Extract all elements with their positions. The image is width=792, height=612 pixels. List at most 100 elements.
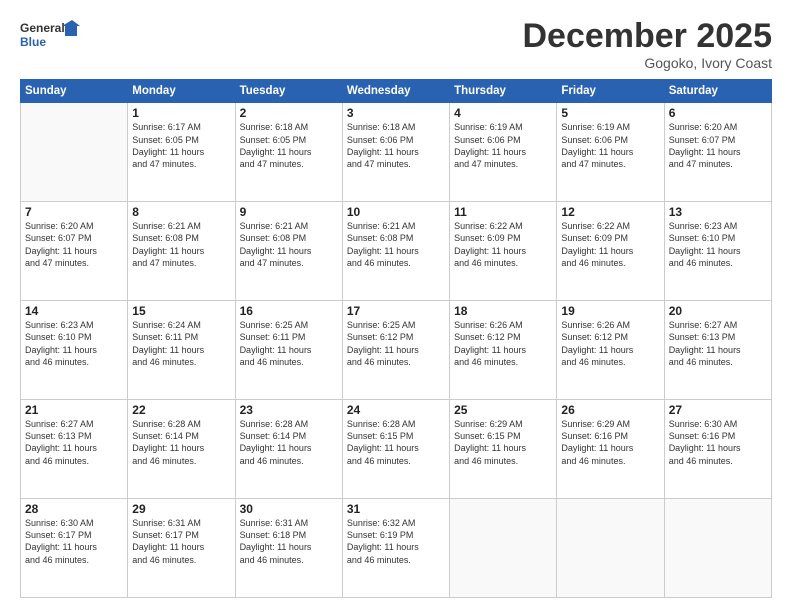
day-number: 31 bbox=[347, 502, 445, 516]
day-number: 18 bbox=[454, 304, 552, 318]
day-info: Sunrise: 6:19 AM Sunset: 6:06 PM Dayligh… bbox=[454, 121, 552, 170]
col-monday: Monday bbox=[128, 80, 235, 103]
day-info: Sunrise: 6:32 AM Sunset: 6:19 PM Dayligh… bbox=[347, 517, 445, 566]
table-row: 24Sunrise: 6:28 AM Sunset: 6:15 PM Dayli… bbox=[342, 400, 449, 499]
table-row: 23Sunrise: 6:28 AM Sunset: 6:14 PM Dayli… bbox=[235, 400, 342, 499]
col-friday: Friday bbox=[557, 80, 664, 103]
day-number: 2 bbox=[240, 106, 338, 120]
table-row: 22Sunrise: 6:28 AM Sunset: 6:14 PM Dayli… bbox=[128, 400, 235, 499]
table-row bbox=[664, 499, 771, 598]
day-number: 1 bbox=[132, 106, 230, 120]
table-row: 29Sunrise: 6:31 AM Sunset: 6:17 PM Dayli… bbox=[128, 499, 235, 598]
day-info: Sunrise: 6:29 AM Sunset: 6:15 PM Dayligh… bbox=[454, 418, 552, 467]
col-tuesday: Tuesday bbox=[235, 80, 342, 103]
day-info: Sunrise: 6:23 AM Sunset: 6:10 PM Dayligh… bbox=[669, 220, 767, 269]
day-number: 17 bbox=[347, 304, 445, 318]
day-info: Sunrise: 6:28 AM Sunset: 6:14 PM Dayligh… bbox=[132, 418, 230, 467]
day-info: Sunrise: 6:20 AM Sunset: 6:07 PM Dayligh… bbox=[669, 121, 767, 170]
table-row: 4Sunrise: 6:19 AM Sunset: 6:06 PM Daylig… bbox=[450, 103, 557, 202]
day-info: Sunrise: 6:18 AM Sunset: 6:06 PM Dayligh… bbox=[347, 121, 445, 170]
day-info: Sunrise: 6:20 AM Sunset: 6:07 PM Dayligh… bbox=[25, 220, 123, 269]
calendar-week-row: 28Sunrise: 6:30 AM Sunset: 6:17 PM Dayli… bbox=[21, 499, 772, 598]
table-row: 5Sunrise: 6:19 AM Sunset: 6:06 PM Daylig… bbox=[557, 103, 664, 202]
day-info: Sunrise: 6:17 AM Sunset: 6:05 PM Dayligh… bbox=[132, 121, 230, 170]
day-info: Sunrise: 6:22 AM Sunset: 6:09 PM Dayligh… bbox=[561, 220, 659, 269]
day-number: 30 bbox=[240, 502, 338, 516]
table-row: 28Sunrise: 6:30 AM Sunset: 6:17 PM Dayli… bbox=[21, 499, 128, 598]
day-number: 20 bbox=[669, 304, 767, 318]
calendar-header-row: Sunday Monday Tuesday Wednesday Thursday… bbox=[21, 80, 772, 103]
table-row: 11Sunrise: 6:22 AM Sunset: 6:09 PM Dayli… bbox=[450, 202, 557, 301]
day-number: 22 bbox=[132, 403, 230, 417]
table-row: 18Sunrise: 6:26 AM Sunset: 6:12 PM Dayli… bbox=[450, 301, 557, 400]
day-info: Sunrise: 6:30 AM Sunset: 6:17 PM Dayligh… bbox=[25, 517, 123, 566]
table-row: 20Sunrise: 6:27 AM Sunset: 6:13 PM Dayli… bbox=[664, 301, 771, 400]
col-thursday: Thursday bbox=[450, 80, 557, 103]
day-info: Sunrise: 6:18 AM Sunset: 6:05 PM Dayligh… bbox=[240, 121, 338, 170]
day-info: Sunrise: 6:31 AM Sunset: 6:18 PM Dayligh… bbox=[240, 517, 338, 566]
day-number: 24 bbox=[347, 403, 445, 417]
day-number: 8 bbox=[132, 205, 230, 219]
table-row bbox=[21, 103, 128, 202]
day-info: Sunrise: 6:31 AM Sunset: 6:17 PM Dayligh… bbox=[132, 517, 230, 566]
day-info: Sunrise: 6:27 AM Sunset: 6:13 PM Dayligh… bbox=[669, 319, 767, 368]
table-row: 26Sunrise: 6:29 AM Sunset: 6:16 PM Dayli… bbox=[557, 400, 664, 499]
table-row bbox=[557, 499, 664, 598]
table-row: 15Sunrise: 6:24 AM Sunset: 6:11 PM Dayli… bbox=[128, 301, 235, 400]
col-saturday: Saturday bbox=[664, 80, 771, 103]
table-row: 19Sunrise: 6:26 AM Sunset: 6:12 PM Dayli… bbox=[557, 301, 664, 400]
table-row: 14Sunrise: 6:23 AM Sunset: 6:10 PM Dayli… bbox=[21, 301, 128, 400]
calendar-week-row: 21Sunrise: 6:27 AM Sunset: 6:13 PM Dayli… bbox=[21, 400, 772, 499]
day-info: Sunrise: 6:27 AM Sunset: 6:13 PM Dayligh… bbox=[25, 418, 123, 467]
day-number: 23 bbox=[240, 403, 338, 417]
table-row: 25Sunrise: 6:29 AM Sunset: 6:15 PM Dayli… bbox=[450, 400, 557, 499]
header: General Blue December 2025 Gogoko, Ivory… bbox=[20, 18, 772, 71]
table-row: 9Sunrise: 6:21 AM Sunset: 6:08 PM Daylig… bbox=[235, 202, 342, 301]
day-info: Sunrise: 6:23 AM Sunset: 6:10 PM Dayligh… bbox=[25, 319, 123, 368]
day-info: Sunrise: 6:29 AM Sunset: 6:16 PM Dayligh… bbox=[561, 418, 659, 467]
day-number: 12 bbox=[561, 205, 659, 219]
day-number: 15 bbox=[132, 304, 230, 318]
day-info: Sunrise: 6:24 AM Sunset: 6:11 PM Dayligh… bbox=[132, 319, 230, 368]
day-info: Sunrise: 6:21 AM Sunset: 6:08 PM Dayligh… bbox=[240, 220, 338, 269]
col-wednesday: Wednesday bbox=[342, 80, 449, 103]
day-number: 27 bbox=[669, 403, 767, 417]
table-row bbox=[450, 499, 557, 598]
day-info: Sunrise: 6:19 AM Sunset: 6:06 PM Dayligh… bbox=[561, 121, 659, 170]
day-number: 29 bbox=[132, 502, 230, 516]
day-number: 4 bbox=[454, 106, 552, 120]
day-number: 28 bbox=[25, 502, 123, 516]
day-number: 26 bbox=[561, 403, 659, 417]
day-info: Sunrise: 6:21 AM Sunset: 6:08 PM Dayligh… bbox=[347, 220, 445, 269]
day-info: Sunrise: 6:21 AM Sunset: 6:08 PM Dayligh… bbox=[132, 220, 230, 269]
logo-svg: General Blue bbox=[20, 18, 80, 54]
svg-text:Blue: Blue bbox=[20, 35, 46, 49]
calendar-week-row: 1Sunrise: 6:17 AM Sunset: 6:05 PM Daylig… bbox=[21, 103, 772, 202]
table-row: 31Sunrise: 6:32 AM Sunset: 6:19 PM Dayli… bbox=[342, 499, 449, 598]
calendar-week-row: 14Sunrise: 6:23 AM Sunset: 6:10 PM Dayli… bbox=[21, 301, 772, 400]
day-number: 19 bbox=[561, 304, 659, 318]
calendar-week-row: 7Sunrise: 6:20 AM Sunset: 6:07 PM Daylig… bbox=[21, 202, 772, 301]
day-number: 16 bbox=[240, 304, 338, 318]
day-info: Sunrise: 6:25 AM Sunset: 6:12 PM Dayligh… bbox=[347, 319, 445, 368]
svg-text:General: General bbox=[20, 21, 65, 35]
table-row: 8Sunrise: 6:21 AM Sunset: 6:08 PM Daylig… bbox=[128, 202, 235, 301]
day-number: 14 bbox=[25, 304, 123, 318]
table-row: 13Sunrise: 6:23 AM Sunset: 6:10 PM Dayli… bbox=[664, 202, 771, 301]
subtitle: Gogoko, Ivory Coast bbox=[522, 55, 772, 71]
day-number: 11 bbox=[454, 205, 552, 219]
table-row: 7Sunrise: 6:20 AM Sunset: 6:07 PM Daylig… bbox=[21, 202, 128, 301]
table-row: 3Sunrise: 6:18 AM Sunset: 6:06 PM Daylig… bbox=[342, 103, 449, 202]
day-info: Sunrise: 6:28 AM Sunset: 6:14 PM Dayligh… bbox=[240, 418, 338, 467]
day-number: 10 bbox=[347, 205, 445, 219]
table-row: 1Sunrise: 6:17 AM Sunset: 6:05 PM Daylig… bbox=[128, 103, 235, 202]
day-info: Sunrise: 6:26 AM Sunset: 6:12 PM Dayligh… bbox=[561, 319, 659, 368]
table-row: 2Sunrise: 6:18 AM Sunset: 6:05 PM Daylig… bbox=[235, 103, 342, 202]
logo: General Blue bbox=[20, 18, 80, 54]
day-number: 5 bbox=[561, 106, 659, 120]
page: General Blue December 2025 Gogoko, Ivory… bbox=[0, 0, 792, 612]
day-info: Sunrise: 6:25 AM Sunset: 6:11 PM Dayligh… bbox=[240, 319, 338, 368]
day-number: 13 bbox=[669, 205, 767, 219]
table-row: 21Sunrise: 6:27 AM Sunset: 6:13 PM Dayli… bbox=[21, 400, 128, 499]
day-number: 25 bbox=[454, 403, 552, 417]
